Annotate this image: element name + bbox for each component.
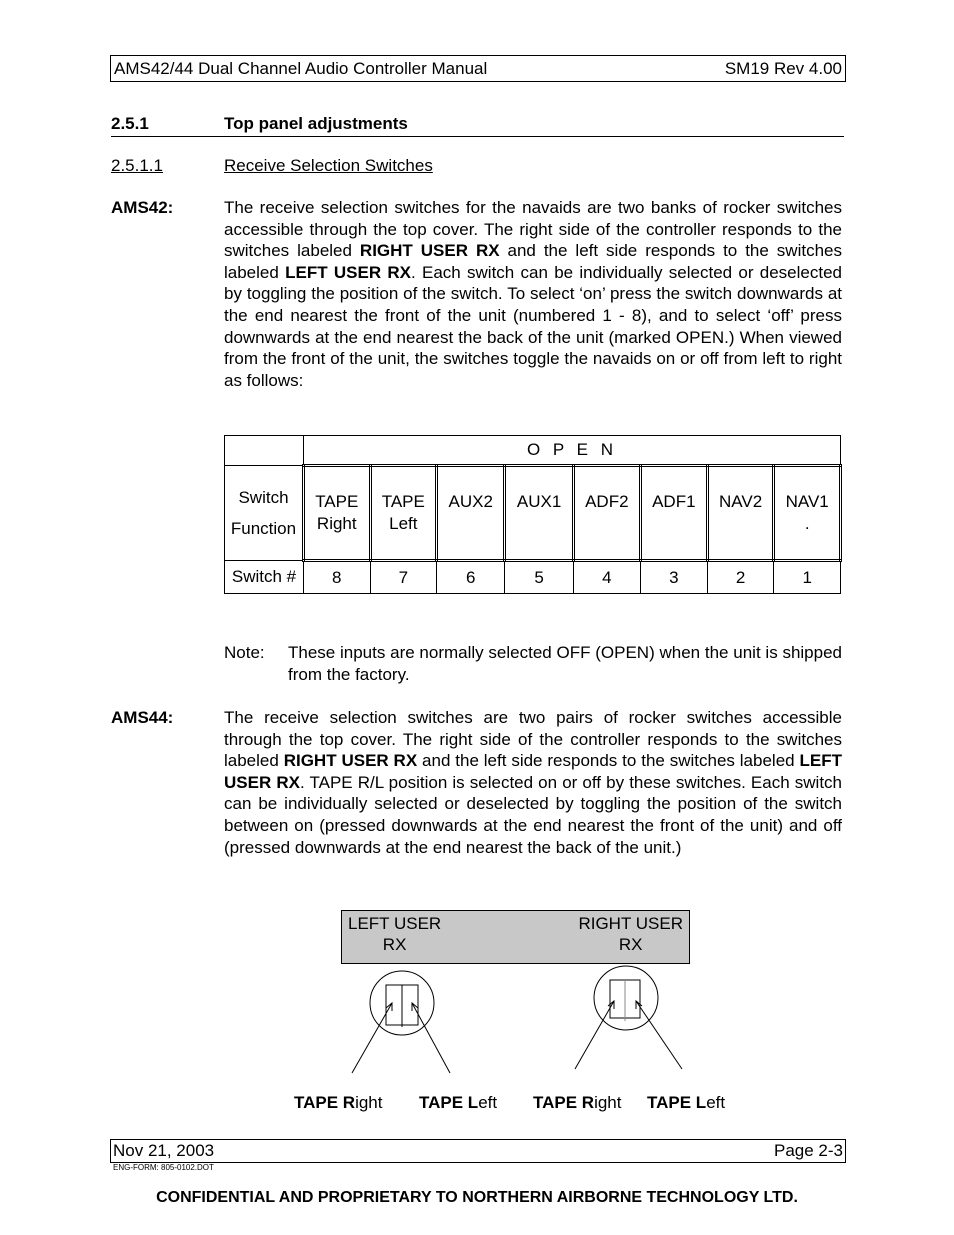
function-cell: NAV1.	[772, 464, 842, 562]
table-row-function: Switch Function TAPE Right TAPE Left AUX2 …	[224, 464, 842, 562]
function-cell: AUX1	[503, 464, 575, 562]
switch-number: 2	[706, 560, 775, 594]
left-label-line1: LEFT USER	[348, 914, 442, 933]
arrow-left-tape-left	[411, 1002, 451, 1074]
switch-number: 7	[369, 560, 438, 594]
function-name: ADF1	[652, 492, 696, 511]
function-cell: ADF1	[638, 464, 709, 562]
function-subname: .	[804, 514, 810, 533]
left-label-line2: RX	[382, 935, 407, 954]
caption-bold: TAPE L	[419, 1093, 479, 1112]
function-name: NAV1	[785, 492, 829, 511]
function-subname: Right	[316, 514, 357, 533]
document-revision: SM19 Rev 4.00	[724, 59, 842, 78]
function-subname: Left	[389, 514, 418, 533]
switch-number: 3	[639, 560, 708, 594]
caption-bold: TAPE L	[647, 1093, 707, 1112]
function-header-line1: Switch	[238, 488, 289, 507]
caption-rest: eft	[478, 1093, 498, 1112]
form-id: ENG-FORM: 805-0102.DOT	[113, 1163, 214, 1172]
arrow-right-tape-left	[635, 1000, 683, 1070]
confidentiality-notice: CONFIDENTIAL AND PROPRIETARY TO NORTHERN…	[156, 1189, 798, 1206]
caption-tape-left-left-switch: TAPE Left	[419, 1093, 497, 1113]
note-text: These inputs are normally selected OFF (…	[288, 643, 842, 684]
switch-function-table: O P E N Switch Function TAPE Right TAPE Le…	[224, 435, 842, 594]
ams42-emphasis: RIGHT USER RX	[359, 241, 500, 261]
function-name: NAV2	[719, 492, 763, 511]
switch-number: 6	[436, 560, 506, 594]
caption-rest: ight	[355, 1093, 383, 1112]
function-name: AUX1	[516, 492, 562, 511]
ams44-emphasis: RIGHT USER RX	[283, 751, 418, 771]
subsection-number: 2.5.1.1	[111, 156, 163, 175]
caption-tape-left-right-switch: TAPE Left	[647, 1093, 725, 1113]
note-label: Note:	[224, 643, 265, 662]
subsection-title: Receive Selection Switches	[224, 156, 433, 175]
right-label-line1: RIGHT USER	[578, 914, 683, 933]
function-name: TAPE	[381, 492, 425, 511]
ams42-paragraph: The receive selection switches for the n…	[224, 197, 842, 391]
function-header-line2: Function	[230, 519, 297, 538]
caption-tape-right-left-switch: TAPE Right	[294, 1093, 383, 1113]
section-number: 2.5.1	[111, 114, 149, 133]
function-cell: TAPE Right	[302, 464, 372, 562]
caption-rest: ight	[594, 1093, 622, 1112]
footer-date: Nov 21, 2003	[113, 1141, 215, 1160]
right-label-line2: RX	[618, 935, 643, 954]
rx-panel-label: LEFT USER RX RIGHT USER RX	[341, 910, 690, 964]
caption-tape-right-right-switch: TAPE Right	[533, 1093, 622, 1113]
table-row-open: O P E N	[224, 435, 841, 466]
function-cell: TAPE Left	[368, 464, 439, 562]
function-cell: NAV2	[705, 464, 776, 562]
function-row-header: Switch Function	[224, 465, 304, 561]
arrow-right-tape-right	[574, 1000, 615, 1070]
ams42-emphasis: LEFT USER RX	[285, 262, 411, 282]
section-heading: 2.5.1 Top panel adjustments	[111, 114, 844, 137]
function-subname	[642, 513, 706, 535]
function-cell: AUX2	[435, 464, 507, 562]
ams44-label: AMS44:	[111, 708, 174, 727]
function-subname	[506, 513, 571, 535]
switch-number: 8	[303, 560, 371, 594]
page-footer: Nov 21, 2003 Page 2-3	[110, 1139, 846, 1163]
open-header: O P E N	[303, 435, 841, 466]
right-user-rx-label: RIGHT USER RX	[578, 913, 683, 955]
function-name: AUX2	[448, 492, 493, 511]
function-subname	[709, 513, 773, 535]
left-rocker-switch	[351, 970, 451, 1074]
switch-number: 5	[504, 560, 574, 594]
caption-rest: eft	[706, 1093, 726, 1112]
function-subname	[438, 513, 503, 535]
caption-bold: TAPE R	[294, 1093, 356, 1112]
table-row-number: Switch # 8 7 6 5 4 3 2 1	[224, 560, 841, 594]
page-number: Page 2-3	[774, 1141, 843, 1160]
ams44-text: . TAPE R/L position is selected on or of…	[224, 772, 842, 857]
function-name: ADF2	[585, 492, 629, 511]
ams44-text: and the left side responds to the switch…	[417, 751, 800, 771]
page-header: AMS42/44 Dual Channel Audio Controller M…	[110, 55, 846, 82]
number-row-header: Switch #	[224, 560, 304, 594]
function-name: TAPE	[315, 492, 359, 511]
right-rocker-switch	[574, 965, 683, 1070]
function-subname	[575, 513, 639, 535]
ams44-paragraph: The receive selection switches are two p…	[224, 707, 842, 858]
table-corner-cell	[224, 435, 304, 466]
document-title: AMS42/44 Dual Channel Audio Controller M…	[114, 59, 488, 78]
section-title: Top panel adjustments	[224, 114, 408, 133]
switch-number: 1	[773, 560, 841, 594]
function-cell: ADF2	[571, 464, 642, 562]
left-user-rx-label: LEFT USER RX	[348, 913, 441, 955]
ams42-label: AMS42:	[111, 198, 174, 217]
rocker-switch-diagram	[351, 965, 683, 1074]
caption-bold: TAPE R	[533, 1093, 595, 1112]
switch-number: 4	[572, 560, 641, 594]
